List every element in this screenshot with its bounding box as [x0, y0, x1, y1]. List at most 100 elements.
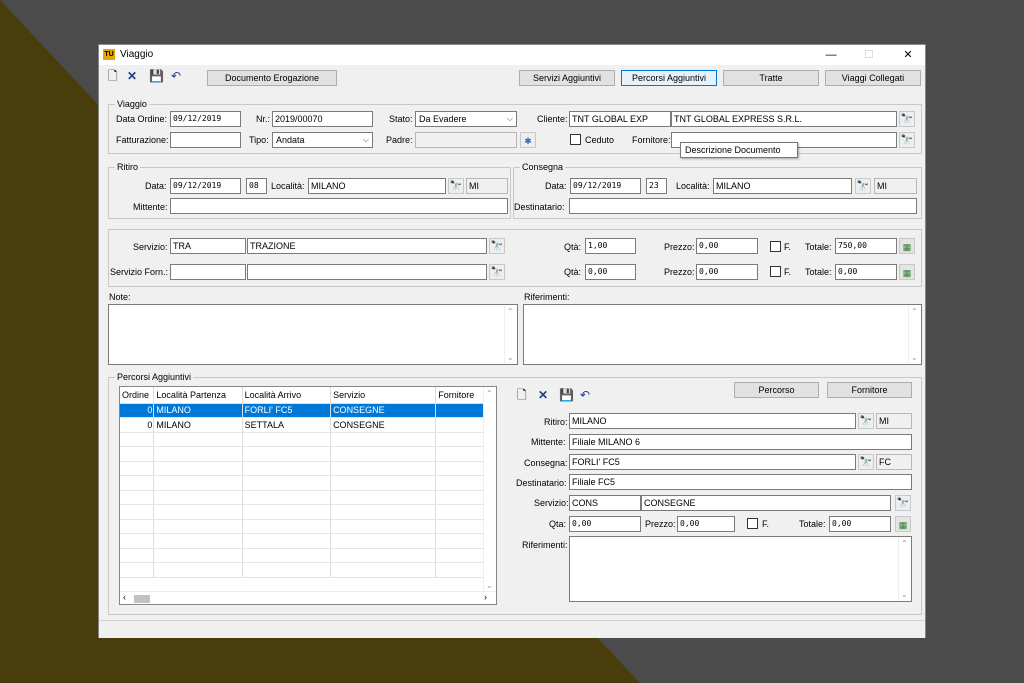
ceduto-checkbox[interactable] — [570, 134, 581, 145]
save-icon[interactable]: 💾 — [559, 389, 574, 401]
servizio-forn-code-field[interactable] — [170, 264, 246, 280]
search-binoculars-icon[interactable]: 🔭 — [899, 132, 915, 148]
riferimenti-textarea[interactable]: ⌃ ⌄ — [523, 304, 922, 365]
new-document-icon[interactable]: 🗋 — [517, 389, 527, 401]
p-qta-field[interactable]: 0,00 — [569, 516, 641, 532]
scroll-down-icon[interactable]: ⌄ — [486, 581, 493, 590]
scroll-up-icon[interactable]: ⌃ — [901, 539, 908, 548]
table-row-empty[interactable] — [120, 461, 496, 476]
servizio-forn-name-field[interactable] — [247, 264, 487, 280]
stato-select[interactable]: Da Evadere ⌵ — [415, 111, 517, 127]
cliente-name-field[interactable]: TNT GLOBAL EXPRESS S.R.L. — [671, 111, 897, 127]
p-prezzo-field[interactable]: 0,00 — [677, 516, 735, 532]
ritiro-localita-field[interactable]: MILANO — [308, 178, 446, 194]
scroll-right-icon[interactable]: › — [484, 592, 487, 602]
table-row-empty[interactable] — [120, 490, 496, 505]
globe-lookup-icon[interactable]: ✱ — [520, 132, 536, 148]
consegna-day-field[interactable]: 23 — [646, 178, 667, 194]
table-row-empty[interactable] — [120, 562, 496, 578]
undo-icon[interactable]: ↶ — [580, 389, 590, 401]
new-document-icon[interactable]: 🗋 — [108, 70, 118, 82]
tipo-select[interactable]: Andata ⌵ — [272, 132, 373, 148]
col-ordine[interactable]: Ordine — [120, 387, 155, 404]
p-f-checkbox[interactable] — [747, 518, 758, 529]
p-servizio-code-field[interactable]: CONS — [569, 495, 641, 511]
table-row[interactable]: 0 MILANO SETTALA CONSEGNE — [120, 417, 496, 433]
servizio-name-field[interactable]: TRAZIONE — [247, 238, 487, 254]
p-servizio-name-field[interactable]: CONSEGNE — [641, 495, 891, 511]
ritiro-data-field[interactable]: 09/12/2019 — [170, 178, 241, 194]
table-row-empty[interactable] — [120, 533, 496, 549]
p-riferimenti-scrollbar[interactable]: ⌃ ⌄ — [898, 537, 911, 601]
fornitore-button[interactable]: Fornitore — [827, 382, 912, 398]
mittente-field[interactable] — [170, 198, 508, 214]
table-row-empty[interactable] — [120, 504, 496, 520]
scroll-down-icon[interactable]: ⌄ — [901, 590, 908, 599]
documento-erogazione-button[interactable]: Documento Erogazione — [207, 70, 337, 86]
search-binoculars-icon[interactable]: 🔭 — [899, 111, 915, 127]
search-binoculars-icon[interactable]: 🔭 — [858, 454, 874, 470]
p-destinatario-field[interactable]: Filiale FC5 — [569, 474, 912, 490]
col-servizio[interactable]: Servizio — [330, 387, 437, 404]
percorsi-grid[interactable]: Ordine Località Partenza Località Arrivo… — [119, 386, 497, 605]
search-binoculars-icon[interactable]: 🔭 — [895, 495, 911, 511]
table-row-empty[interactable] — [120, 432, 496, 447]
search-binoculars-icon[interactable]: 🔭 — [858, 413, 874, 429]
scroll-down-icon[interactable]: ⌄ — [507, 353, 514, 362]
grid-horizontal-scrollbar[interactable]: ‹ › — [120, 591, 496, 604]
destinatario-field[interactable] — [569, 198, 917, 214]
forn-qta-field[interactable]: 0,00 — [585, 264, 636, 280]
col-localita-arrivo[interactable]: Località Arrivo — [242, 387, 332, 404]
consegna-localita-field[interactable]: MILANO — [713, 178, 852, 194]
prezzo-field[interactable]: 0,00 — [696, 238, 758, 254]
servizi-aggiuntivi-button[interactable]: Servizi Aggiuntivi — [519, 70, 615, 86]
tratte-button[interactable]: Tratte — [723, 70, 819, 86]
note-textarea[interactable]: ⌃ ⌄ — [108, 304, 518, 365]
p-riferimenti-textarea[interactable]: ⌃ ⌄ — [569, 536, 912, 602]
save-icon[interactable]: 💾 — [149, 70, 164, 82]
scroll-left-icon[interactable]: ‹ — [123, 592, 126, 602]
cliente-code-field[interactable]: TNT GLOBAL EXP — [569, 111, 671, 127]
p-consegna-field[interactable]: FORLI' FC5 — [569, 454, 856, 470]
forn-totale-field[interactable]: 0,00 — [835, 264, 897, 280]
fatturazione-field[interactable] — [170, 132, 241, 148]
consegna-prov-field[interactable]: MI — [874, 178, 917, 194]
p-consegna-prov-field[interactable]: FC — [876, 454, 912, 470]
forn-f-checkbox[interactable] — [770, 266, 781, 277]
ritiro-day-field[interactable]: 08 — [246, 178, 267, 194]
riferimenti-scrollbar[interactable]: ⌃ ⌄ — [908, 305, 921, 364]
viaggi-collegati-button[interactable]: Viaggi Collegati — [825, 70, 921, 86]
percorsi-aggiuntivi-button[interactable]: Percorsi Aggiuntivi — [621, 70, 717, 86]
maximize-icon[interactable]: ☐ — [859, 47, 879, 63]
p-ritiro-prov-field[interactable]: MI — [876, 413, 912, 429]
delete-icon[interactable]: ✕ — [538, 389, 548, 401]
qta-field[interactable]: 1,00 — [585, 238, 636, 254]
servizio-code-field[interactable]: TRA — [170, 238, 246, 254]
search-binoculars-icon[interactable]: 🔭 — [489, 264, 505, 280]
note-scrollbar[interactable]: ⌃ ⌄ — [504, 305, 517, 364]
calculator-icon[interactable]: ▦ — [895, 516, 911, 532]
scroll-up-icon[interactable]: ⌃ — [911, 307, 918, 316]
scroll-thumb[interactable] — [134, 595, 150, 603]
p-ritiro-field[interactable]: MILANO — [569, 413, 856, 429]
col-localita-partenza[interactable]: Località Partenza — [153, 387, 243, 404]
table-row-empty[interactable] — [120, 475, 496, 491]
p-totale-field[interactable]: 0,00 — [829, 516, 891, 532]
grid-vertical-scrollbar[interactable]: ⌃ ⌄ — [483, 387, 496, 592]
calculator-icon[interactable]: ▦ — [899, 238, 915, 254]
table-row-empty[interactable] — [120, 519, 496, 534]
search-binoculars-icon[interactable]: 🔭 — [448, 178, 464, 194]
scroll-up-icon[interactable]: ⌃ — [507, 307, 514, 316]
table-row-empty[interactable] — [120, 548, 496, 563]
minimize-icon[interactable]: — — [821, 47, 841, 63]
calculator-icon[interactable]: ▦ — [899, 264, 915, 280]
undo-icon[interactable]: ↶ — [171, 70, 181, 82]
table-row-empty[interactable] — [120, 446, 496, 462]
ritiro-prov-field[interactable]: MI — [466, 178, 508, 194]
scroll-up-icon[interactable]: ⌃ — [486, 389, 493, 398]
consegna-data-field[interactable]: 09/12/2019 — [570, 178, 641, 194]
search-binoculars-icon[interactable]: 🔭 — [489, 238, 505, 254]
scroll-down-icon[interactable]: ⌄ — [911, 353, 918, 362]
search-binoculars-icon[interactable]: 🔭 — [855, 178, 871, 194]
totale-field[interactable]: 750,00 — [835, 238, 897, 254]
